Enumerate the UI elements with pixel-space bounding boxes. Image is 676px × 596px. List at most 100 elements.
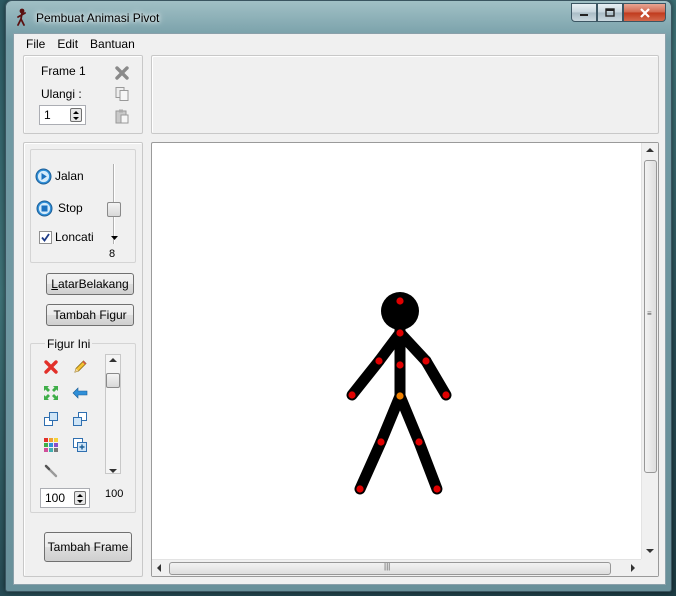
client-area: File Edit Bantuan Frame 1 Ulangi : 1 Jal… [13,33,666,585]
send-backward-button[interactable] [71,410,89,428]
canvas-vertical-scrollbar[interactable]: ≡ [641,143,658,559]
stick-upper-leg-right [394,390,425,448]
opacity-scrollbar[interactable] [105,354,121,474]
slider-tick-icon [111,236,118,240]
repeat-spinner[interactable]: 1 [39,105,86,125]
add-frame-button-label: Tambah Frame [47,540,129,554]
stop-label[interactable]: Stop [58,201,83,215]
flip-arrow-icon [72,387,88,399]
frame-panel: Frame 1 Ulangi : 1 [23,55,143,134]
paste-icon [115,109,129,124]
minimize-icon [580,13,588,16]
canvas-horizontal-scrollbar[interactable]: ||| [152,559,641,576]
stickman-app-icon [17,8,26,26]
maximize-button[interactable] [597,3,623,22]
maximize-icon [605,8,615,17]
scale-spinner[interactable]: 100 [40,488,90,508]
handle-origin [396,392,404,400]
vertical-scroll-thumb[interactable]: ≡ [644,160,657,473]
frame-label: Frame 1 [41,64,86,78]
layer-down-icon [73,412,87,426]
layer-up-icon [44,412,58,426]
repeat-label: Ulangi : [41,87,82,101]
play-icon [35,168,51,184]
stick-figure[interactable] [152,143,641,559]
pencil-icon [74,360,87,373]
handle-hand-left [348,391,356,399]
center-figure-button[interactable] [42,384,60,402]
duplicate-figure-button[interactable] [71,436,89,454]
stop-button[interactable] [35,199,53,217]
paste-frame-button[interactable] [113,107,131,125]
edit-figure-button[interactable] [71,358,89,376]
checkmark-icon [41,233,50,242]
app-window: Pembuat Animasi Pivot File Edit Bantuan … [5,0,672,592]
red-x-icon [44,360,58,374]
copy-icon [115,87,129,101]
handle-foot-left [356,485,364,493]
stick-lower-arm-right [420,355,452,401]
opacity-slider-thumb[interactable] [106,373,120,388]
scroll-right-arrow-icon[interactable] [631,564,636,572]
arrows-inward-icon [44,386,58,400]
menu-bar: File Edit Bantuan [14,34,665,54]
speed-slider-thumb[interactable] [107,202,121,217]
stop-icon [36,200,52,216]
duplicate-plus-icon [73,438,87,452]
menu-help[interactable]: Bantuan [84,34,141,54]
add-figure-button[interactable]: Tambah Figur [46,304,134,326]
figure-color-button[interactable] [42,436,60,454]
add-frame-button[interactable]: Tambah Frame [44,532,132,562]
play-label[interactable]: Jalan [55,169,84,183]
stick-lower-leg-right [413,436,443,495]
handle-neck [396,329,404,337]
animation-canvas[interactable]: ≡ ||| [151,142,659,577]
playback-group: Jalan Stop Loncati 8 [30,149,136,263]
menu-file[interactable]: File [20,34,51,54]
handle-knee-left [377,438,385,446]
close-icon [639,7,650,18]
scroll-down-arrow-icon[interactable] [109,469,117,474]
loop-label[interactable]: Loncati [55,230,94,244]
bring-forward-button[interactable] [42,410,60,428]
delete-figure-button[interactable] [42,358,60,376]
tools-panel: Jalan Stop Loncati 8 LatarBelakang Tamba… [23,142,143,577]
loop-checkbox[interactable] [39,231,52,244]
stick-lower-arm-left [346,355,385,401]
frame-timeline-panel [151,55,659,134]
close-button[interactable] [623,3,666,22]
handle-head [396,297,404,305]
delete-frame-button[interactable] [113,64,131,82]
opacity-value: 100 [105,488,124,500]
handle-waist [396,361,404,369]
figure-group: Figur Ini 100 100 [30,337,136,513]
handle-knee-right [415,438,423,446]
repeat-value: 1 [44,108,51,122]
background-button[interactable]: LatarBelakang [46,273,134,295]
scale-value: 100 [45,491,66,505]
spinner-arrows[interactable] [70,108,82,122]
scroll-up-arrow-icon[interactable] [109,358,117,363]
copy-frame-button[interactable] [113,85,131,103]
menu-edit[interactable]: Edit [51,34,84,54]
play-button[interactable] [34,167,52,185]
handle-elbow-left [375,357,383,365]
stick-lower-leg-left [354,436,387,495]
wand-icon [44,464,58,478]
scroll-grip-icon: ≡ [647,309,652,318]
title-bar[interactable]: Pembuat Animasi Pivot [6,1,671,33]
horizontal-scroll-thumb[interactable]: ||| [169,562,611,575]
scroll-left-arrow-icon[interactable] [157,564,162,572]
add-figure-button-label: Tambah Figur [53,308,127,322]
window-title: Pembuat Animasi Pivot [36,11,160,25]
scroll-up-arrow-icon[interactable] [646,148,654,153]
flip-figure-button[interactable] [71,384,89,402]
handle-hand-right [442,391,450,399]
spinner-arrows[interactable] [74,491,86,505]
handle-foot-right [433,485,441,493]
minimize-button[interactable] [571,3,597,22]
scroll-down-arrow-icon[interactable] [646,549,654,554]
pin-figure-button[interactable] [42,462,60,480]
background-button-label: LatarBelakang [51,277,129,291]
gray-x-icon [115,66,129,80]
